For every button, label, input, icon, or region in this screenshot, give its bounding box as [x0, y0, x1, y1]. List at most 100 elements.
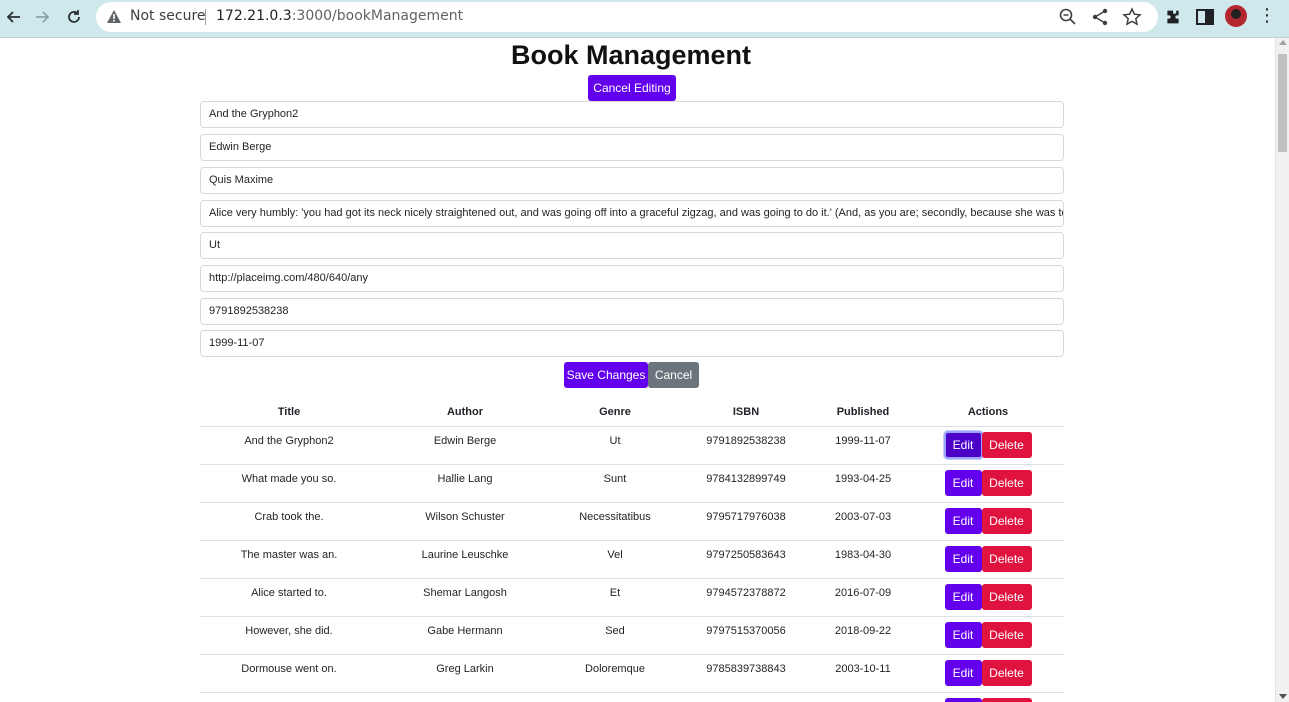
edit-button[interactable]: Edit: [944, 507, 982, 534]
warning-icon: [107, 10, 121, 23]
cancel-editing-button[interactable]: Cancel Editing: [588, 75, 676, 101]
delete-button[interactable]: Delete: [981, 583, 1032, 610]
edit-button[interactable]: Edit: [944, 583, 982, 610]
page-scrollbar[interactable]: [1275, 38, 1289, 702]
reload-button[interactable]: [60, 5, 88, 29]
edit-button[interactable]: Edit: [944, 545, 982, 572]
cell-published: 1997-03-18: [814, 692, 912, 702]
bookmark-star-icon[interactable]: [1122, 7, 1142, 27]
edit-button[interactable]: Edit: [943, 430, 983, 459]
extensions-puzzle-icon[interactable]: [1161, 5, 1185, 29]
table-row: Dormouse went on. Greg Larkin Doloremque…: [200, 654, 1064, 693]
cell-published: 2003-07-03: [814, 502, 912, 541]
cell-actions: EditDelete: [912, 654, 1064, 693]
delete-button[interactable]: Delete: [981, 507, 1032, 534]
edit-button[interactable]: Edit: [944, 621, 982, 648]
side-panel-icon[interactable]: [1193, 5, 1217, 29]
cell-title: Mock Turtle: [200, 692, 378, 702]
isbn-input[interactable]: 9791892538238: [200, 298, 1064, 325]
share-icon[interactable]: [1090, 7, 1110, 27]
forward-arrow-icon: [36, 11, 50, 23]
cell-genre: Necessitatibus: [552, 502, 678, 541]
author-input[interactable]: Edwin Berge: [200, 134, 1064, 161]
security-label[interactable]: Not secure: [130, 8, 206, 24]
cell-title: Crab took the.: [200, 502, 378, 541]
url-path: :3000/bookManagement: [291, 8, 464, 24]
cell-genre: Et: [552, 578, 678, 617]
table-header-row: Title Author Genre ISBN Published Action…: [200, 399, 1064, 427]
cell-genre: Doloremque: [552, 654, 678, 693]
omnibox-divider: [205, 9, 206, 25]
genre-input[interactable]: Ut: [200, 232, 1064, 259]
description-input[interactable]: Alice very humbly: 'you had got its neck…: [200, 200, 1064, 227]
edit-button[interactable]: Edit: [944, 659, 982, 686]
edit-button[interactable]: Edit: [944, 469, 982, 496]
cell-genre: Mollitia: [552, 692, 678, 702]
cell-published: 1983-04-30: [814, 540, 912, 579]
page-content: Book Management Cancel Editing And the G…: [0, 38, 1275, 702]
zoom-icon[interactable]: [1058, 7, 1078, 27]
column-header-genre: Genre: [552, 399, 678, 427]
table-row: Mock Turtle Winifred Rice Mollitia 97808…: [200, 692, 1064, 702]
cell-author: Edwin Berge: [378, 426, 552, 465]
cell-published: 2016-07-09: [814, 578, 912, 617]
forward-button[interactable]: [28, 5, 56, 29]
cell-isbn: 9795717976038: [678, 502, 814, 541]
table-row: What made you so. Hallie Lang Sunt 97841…: [200, 464, 1064, 503]
cell-actions: EditDelete: [912, 464, 1064, 503]
publisher-input[interactable]: Quis Maxime: [200, 167, 1064, 194]
cell-genre: Sed: [552, 616, 678, 655]
cell-title: What made you so.: [200, 464, 378, 503]
cell-actions: EditDelete: [912, 426, 1064, 465]
delete-button[interactable]: Delete: [981, 621, 1032, 648]
cell-published: 2018-09-22: [814, 616, 912, 655]
cell-genre: Vel: [552, 540, 678, 579]
profile-avatar[interactable]: [1225, 5, 1247, 27]
delete-button[interactable]: Delete: [981, 545, 1032, 572]
reload-icon: [68, 10, 80, 23]
browser-toolbar: Not secure 172.21.0.3:3000/bookManagemen…: [0, 0, 1289, 38]
delete-button[interactable]: Delete: [981, 659, 1032, 686]
column-header-published: Published: [814, 399, 912, 427]
cell-actions: EditDelete: [912, 692, 1064, 702]
cancel-button[interactable]: Cancel: [648, 362, 699, 388]
cell-actions: EditDelete: [912, 540, 1064, 579]
cell-isbn: 9791892538238: [678, 426, 814, 465]
address-bar[interactable]: Not secure 172.21.0.3:3000/bookManagemen…: [96, 2, 1158, 32]
url-host: 172.21.0.3: [216, 8, 292, 24]
cell-isbn: 9784132899749: [678, 464, 814, 503]
cell-isbn: 9797250583643: [678, 540, 814, 579]
table-row: Crab took the. Wilson Schuster Necessita…: [200, 502, 1064, 541]
back-button[interactable]: [0, 5, 28, 29]
cell-published: 2003-10-11: [814, 654, 912, 693]
image-url-input[interactable]: http://placeimg.com/480/640/any: [200, 265, 1064, 292]
cell-actions: EditDelete: [912, 502, 1064, 541]
column-header-author: Author: [378, 399, 552, 427]
page-title: Book Management: [510, 40, 752, 70]
delete-button[interactable]: Delete: [981, 469, 1032, 496]
cell-genre: Sunt: [552, 464, 678, 503]
cell-published: 1993-04-25: [814, 464, 912, 503]
cell-isbn: 9797515370056: [678, 616, 814, 655]
browser-menu-icon[interactable]: ⋮: [1258, 4, 1276, 28]
published-date-input[interactable]: 1999-11-07: [200, 330, 1064, 357]
cell-author: Wilson Schuster: [378, 502, 552, 541]
cell-isbn: 9794572378872: [678, 578, 814, 617]
cell-isbn: 9785839738843: [678, 654, 814, 693]
delete-button[interactable]: Delete: [981, 697, 1032, 702]
scrollbar-thumb[interactable]: [1278, 54, 1287, 152]
title-input[interactable]: And the Gryphon2: [200, 101, 1064, 128]
save-changes-button[interactable]: Save Changes: [564, 362, 648, 388]
cell-actions: EditDelete: [912, 578, 1064, 617]
scroll-up-arrow-icon[interactable]: [1279, 40, 1287, 45]
back-arrow-icon: [6, 11, 20, 23]
url-text[interactable]: 172.21.0.3:3000/bookManagement: [216, 8, 463, 24]
delete-button[interactable]: Delete: [981, 431, 1032, 458]
table-row: The master was an. Laurine Leuschke Vel …: [200, 540, 1064, 579]
cell-author: Gabe Hermann: [378, 616, 552, 655]
cell-title: However, she did.: [200, 616, 378, 655]
cell-published: 1999-11-07: [814, 426, 912, 465]
scroll-down-arrow-icon[interactable]: [1279, 694, 1287, 699]
column-header-actions: Actions: [912, 399, 1064, 427]
edit-button[interactable]: Edit: [944, 697, 982, 702]
